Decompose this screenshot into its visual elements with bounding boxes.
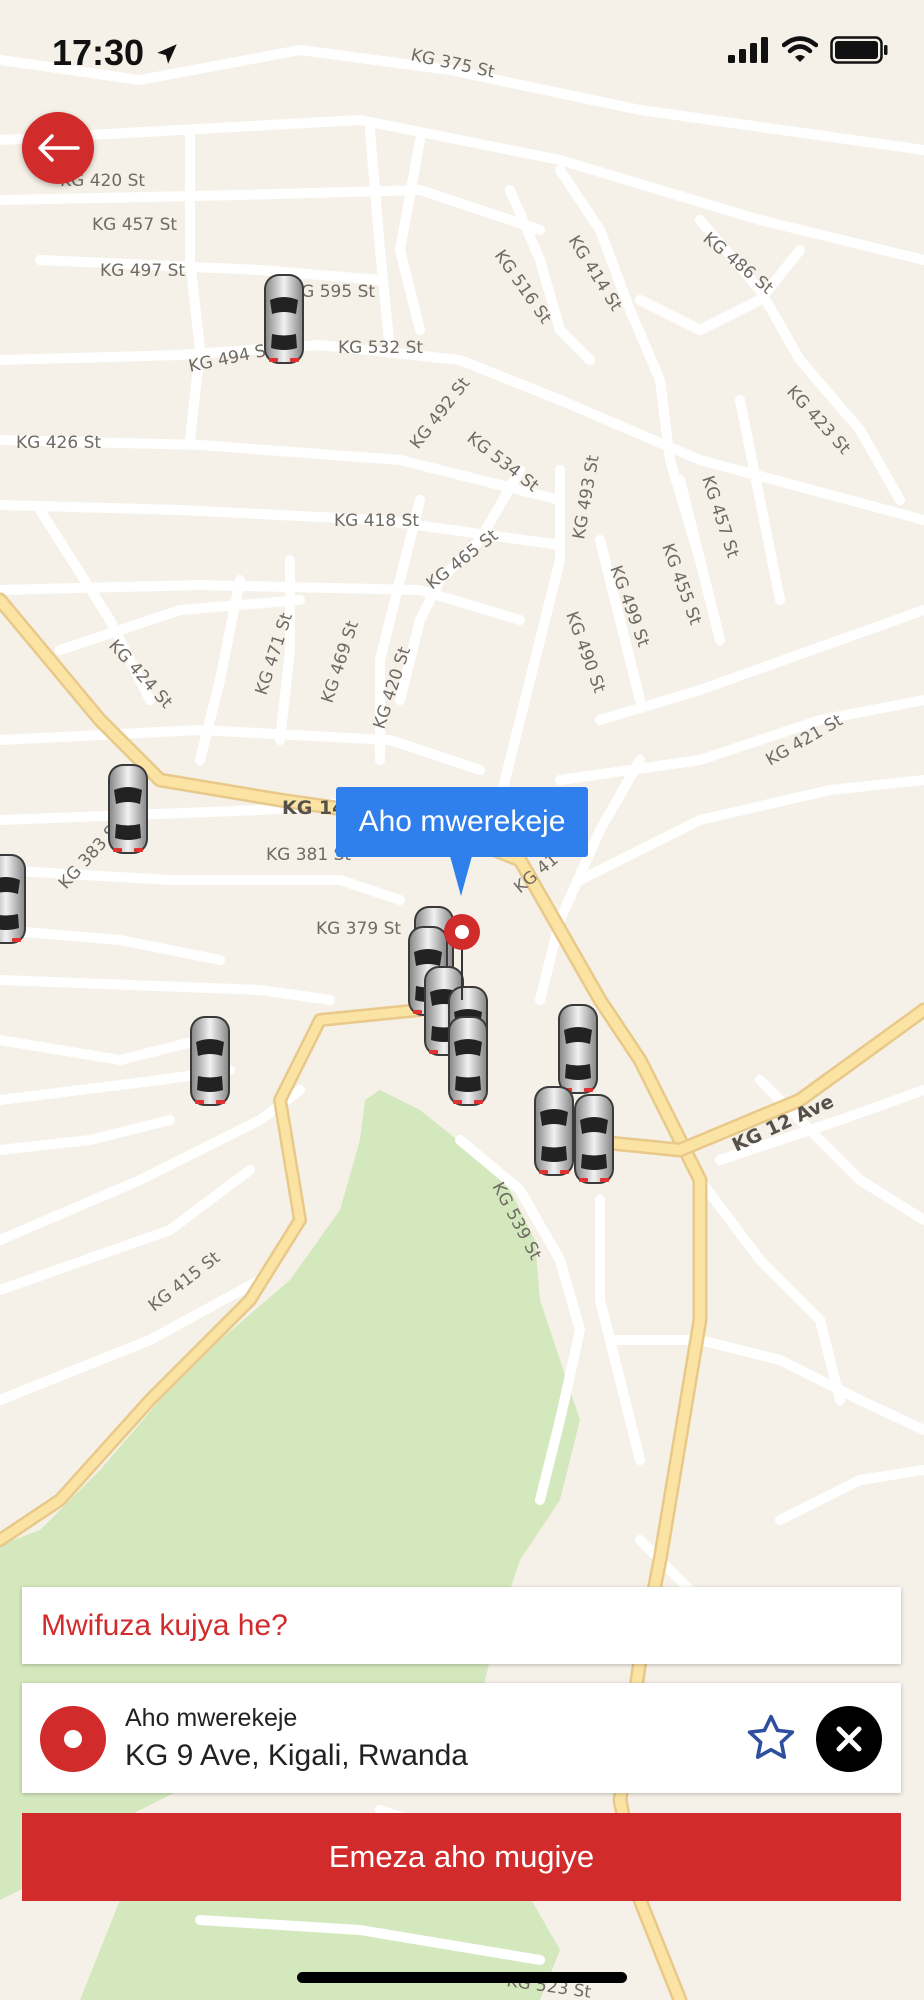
battery-icon [830,36,888,64]
car-icon [446,1012,490,1110]
car-icon [572,1090,616,1188]
pickup-location-card[interactable]: Aho mwerekeje KG 9 Ave, Kigali, Rwanda [22,1683,901,1793]
street-label: KG 457 St [92,215,177,235]
car-icon [0,850,28,948]
clear-button[interactable] [816,1706,882,1772]
pickup-title: Aho mwerekeje [125,1704,298,1732]
destination-search-field[interactable]: Mwifuza kujya he? [22,1587,901,1664]
street-label: KG 379 St [316,919,401,939]
status-bar: 17:30 [0,0,924,110]
car-icon [106,760,150,858]
status-time: 17:30 [52,32,180,74]
home-indicator [297,1972,627,1983]
destination-placeholder: Mwifuza kujya he? [41,1609,288,1642]
street-label: KG 532 St [338,338,423,358]
wifi-icon [782,36,818,62]
signal-icon [728,37,768,63]
back-button[interactable] [22,112,94,184]
location-pin-icon [40,1706,106,1772]
street-label: KG 426 St [16,433,101,453]
pickup-marker-tail [450,856,472,896]
car-icon [188,1012,232,1110]
location-arrow-icon [157,44,177,64]
arrow-left-icon [38,134,80,162]
star-outline-icon[interactable] [744,1711,798,1765]
status-icons [728,36,888,64]
pickup-marker-label[interactable]: Aho mwerekeje [336,787,588,857]
confirm-destination-button[interactable]: Emeza aho mugiye [22,1813,901,1901]
location-pin-icon [444,914,480,1000]
street-label: KG 497 St [100,261,185,281]
car-icon [532,1082,576,1180]
street-label: KG 418 St [334,511,419,531]
close-icon [836,1726,862,1752]
pickup-address: KG 9 Ave, Kigali, Rwanda [125,1739,468,1772]
car-icon [262,270,306,368]
